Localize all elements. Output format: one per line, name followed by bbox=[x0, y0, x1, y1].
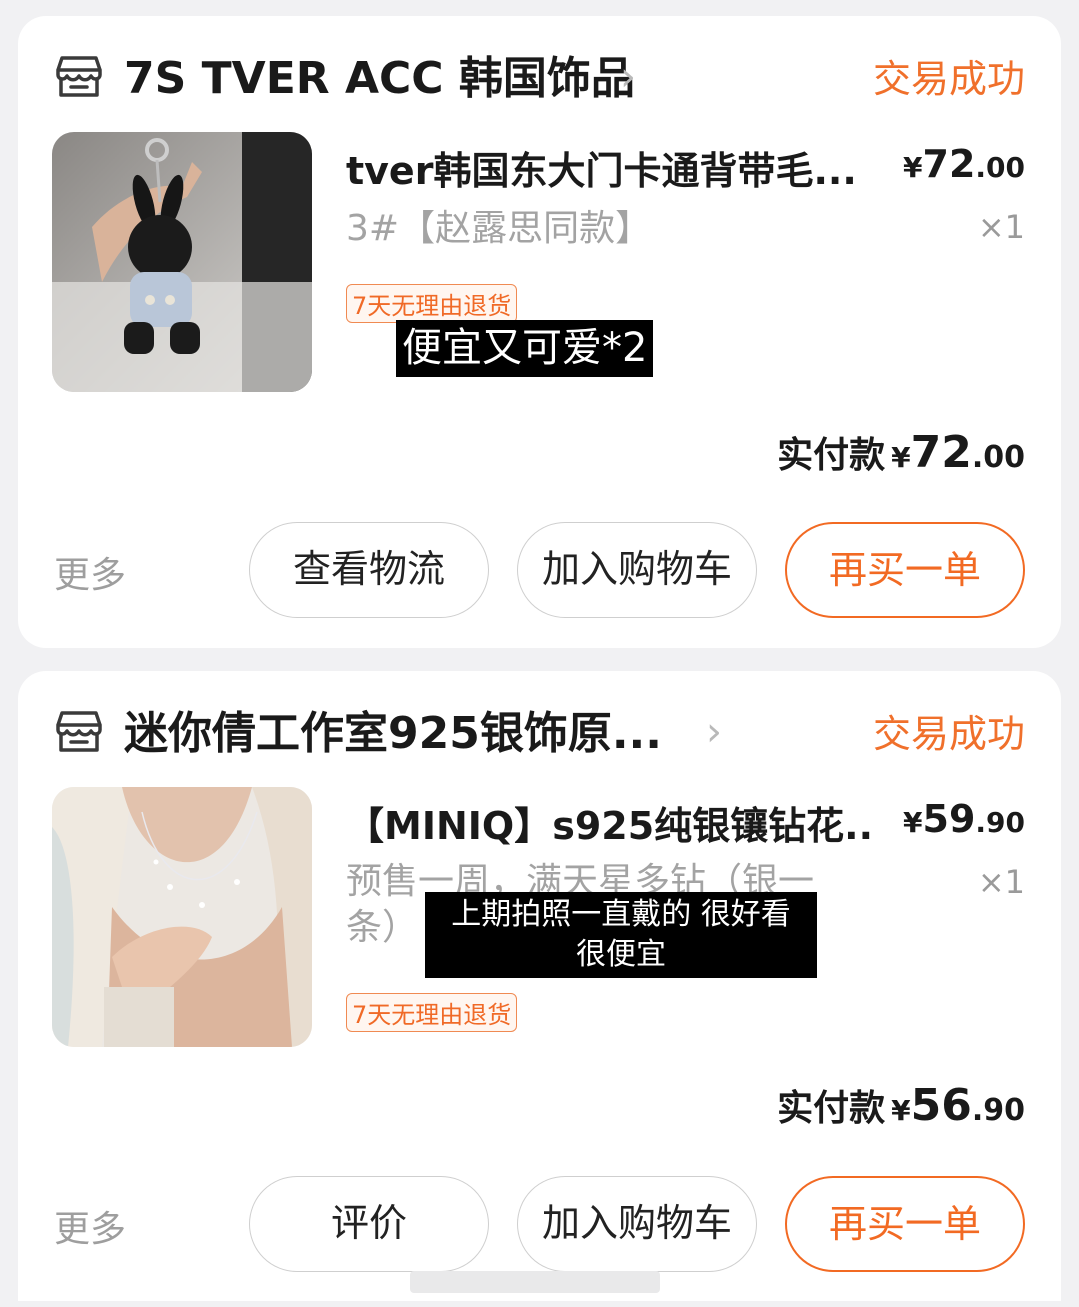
paid-amount: 实付款 ¥56.90 bbox=[777, 1079, 1025, 1131]
price-integer: 72 bbox=[922, 142, 976, 186]
quantity: ×1 bbox=[977, 208, 1025, 246]
shop-icon bbox=[56, 56, 102, 97]
unit-price: ¥59.90 bbox=[903, 797, 1025, 841]
paid-label: 实付款 bbox=[777, 1088, 886, 1129]
paid-decimal: .00 bbox=[971, 440, 1025, 475]
order-status: 交易成功 bbox=[872, 57, 1025, 101]
paid-integer: 56 bbox=[910, 1080, 972, 1131]
chevron-right-icon[interactable]: › bbox=[620, 54, 636, 100]
product-variant: 3#【赵露思同款】 bbox=[346, 208, 652, 249]
buy-again-button[interactable]: 再买一单 bbox=[785, 522, 1025, 618]
currency-symbol: ¥ bbox=[891, 441, 911, 474]
currency-symbol: ¥ bbox=[903, 151, 923, 184]
overlay-caption: 便宜又可爱*2 bbox=[396, 320, 654, 377]
return-policy-tag: 7天无理由退货 bbox=[346, 993, 518, 1032]
chevron-right-icon[interactable]: › bbox=[706, 709, 722, 755]
bottom-indicator bbox=[410, 1271, 660, 1293]
product-title[interactable]: tver韩国东大门卡通背带毛... bbox=[346, 140, 876, 195]
price-decimal: .00 bbox=[975, 151, 1025, 184]
more-button[interactable]: 更多 bbox=[54, 1200, 126, 1252]
quantity: ×1 bbox=[977, 863, 1025, 901]
shop-name[interactable]: 迷你倩工作室925银饰原... bbox=[124, 697, 662, 761]
more-button[interactable]: 更多 bbox=[54, 546, 126, 598]
order-card[interactable]: 7S TVER ACC 韩国饰品 › 交易成功 tver韩国东大门卡通背带毛..… bbox=[18, 16, 1061, 648]
shop-icon bbox=[56, 711, 102, 752]
caption-line: 上期拍照一直戴的 很好看 bbox=[451, 897, 791, 932]
review-button[interactable]: 评价 bbox=[249, 1176, 489, 1272]
view-logistics-button[interactable]: 查看物流 bbox=[249, 522, 489, 618]
overlay-caption: 上期拍照一直戴的 很好看 很便宜 bbox=[425, 892, 817, 978]
paid-decimal: .90 bbox=[971, 1093, 1025, 1128]
price-integer: 59 bbox=[922, 797, 976, 841]
return-policy-tag: 7天无理由退货 bbox=[346, 284, 518, 323]
buy-again-button[interactable]: 再买一单 bbox=[785, 1176, 1025, 1272]
add-to-cart-button[interactable]: 加入购物车 bbox=[517, 522, 757, 618]
product-title[interactable]: 【MINIQ】s925纯银镶钻花... bbox=[346, 795, 876, 850]
order-status: 交易成功 bbox=[872, 712, 1025, 756]
currency-symbol: ¥ bbox=[903, 806, 923, 839]
paid-label: 实付款 bbox=[777, 435, 886, 476]
product-image[interactable] bbox=[52, 132, 312, 392]
paid-amount: 实付款 ¥72.00 bbox=[777, 426, 1025, 478]
add-to-cart-button[interactable]: 加入购物车 bbox=[517, 1176, 757, 1272]
order-card[interactable]: 迷你倩工作室925银饰原... › 交易成功 【MINIQ】s925纯银镶钻花.… bbox=[18, 671, 1061, 1301]
product-image[interactable] bbox=[52, 787, 312, 1047]
paid-integer: 72 bbox=[910, 427, 972, 478]
shop-name[interactable]: 7S TVER ACC 韩国饰品 bbox=[124, 42, 635, 106]
currency-symbol: ¥ bbox=[891, 1094, 911, 1127]
caption-line: 很便宜 bbox=[576, 937, 666, 972]
unit-price: ¥72.00 bbox=[903, 142, 1025, 186]
price-decimal: .90 bbox=[975, 806, 1025, 839]
